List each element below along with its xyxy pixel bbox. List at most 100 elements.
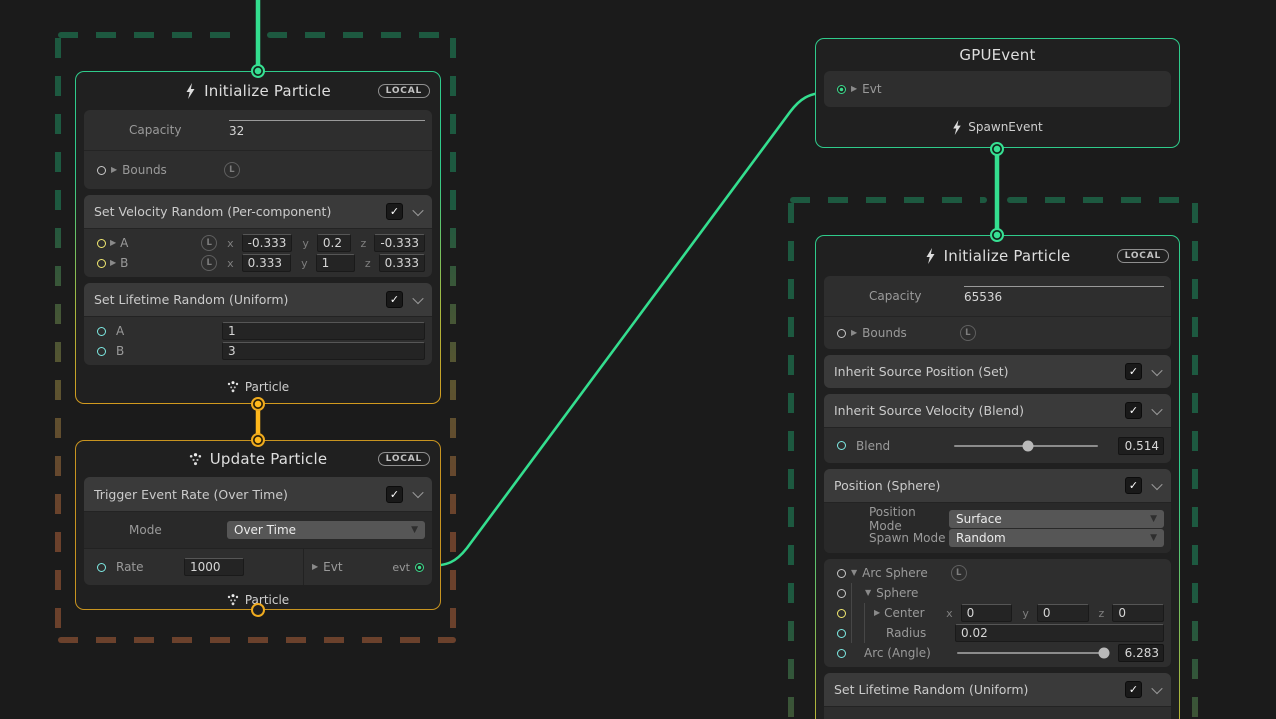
rate-port[interactable]: [97, 563, 106, 572]
lifetime-a-port[interactable]: [97, 327, 106, 336]
dropdown-arrow-icon: [411, 525, 418, 535]
edge-evt-to-gpuevent[interactable]: [426, 92, 832, 566]
position-mode-label: Position Mode: [869, 505, 949, 533]
bounds-port[interactable]: [97, 166, 106, 175]
block-enabled-checkbox[interactable]: [1125, 402, 1142, 419]
sphere-label: Sphere: [876, 586, 918, 600]
center-y-field[interactable]: 0: [1037, 604, 1089, 622]
chevron-down-icon[interactable]: [1151, 364, 1162, 375]
expand-arrow-icon[interactable]: [874, 609, 880, 617]
local-badge: LOCAL: [378, 84, 430, 98]
evt-output-port[interactable]: [415, 563, 424, 572]
node-update-particle[interactable]: Update Particle LOCAL Trigger Event Rate…: [75, 440, 441, 610]
expand-arrow-icon[interactable]: [111, 166, 117, 174]
node-gpu-event[interactable]: GPUEvent Evt SpawnEvent: [815, 38, 1180, 148]
chevron-down-icon[interactable]: [412, 292, 423, 303]
chevron-down-icon[interactable]: [412, 487, 423, 498]
update-input-port[interactable]: [251, 433, 265, 447]
capacity-field[interactable]: 65536: [964, 286, 1164, 306]
block-set-lifetime-random[interactable]: Set Lifetime Random (Uniform) A 1 B 3: [84, 283, 432, 365]
arc-sphere-port[interactable]: [837, 569, 846, 578]
expand-arrow-icon[interactable]: [110, 259, 116, 267]
blend-slider[interactable]: [954, 445, 1098, 447]
chevron-down-icon[interactable]: [1151, 403, 1162, 414]
lifetime-a-field[interactable]: 1: [222, 322, 425, 340]
capacity-field[interactable]: 32: [229, 120, 425, 140]
initialize-right-input-port[interactable]: [990, 228, 1004, 242]
rate-field[interactable]: 1000: [184, 558, 244, 576]
block-enabled-checkbox[interactable]: [386, 291, 403, 308]
block-inherit-source-velocity[interactable]: Inherit Source Velocity (Blend) Blend 0.…: [824, 394, 1171, 463]
block-inherit-source-position[interactable]: Inherit Source Position (Set): [824, 355, 1171, 388]
velocity-a-port[interactable]: [97, 239, 106, 248]
velocity-a-y-field[interactable]: 0.2: [317, 234, 351, 252]
block-enabled-checkbox[interactable]: [1125, 363, 1142, 380]
center-x-field[interactable]: 0: [961, 604, 1013, 622]
blend-label: Blend: [856, 439, 942, 453]
space-local-icon[interactable]: L: [224, 162, 240, 178]
bounds-label: Bounds: [122, 163, 167, 177]
expand-arrow-icon[interactable]: [851, 85, 857, 93]
block-set-velocity-random[interactable]: Set Velocity Random (Per-component) A L …: [84, 195, 432, 277]
block-enabled-checkbox[interactable]: [1125, 681, 1142, 698]
space-local-icon[interactable]: L: [201, 235, 217, 251]
evt-output-label: evt: [392, 561, 410, 574]
node-initialize-particle-left[interactable]: Initialize Particle LOCAL Capacity 32 Bo…: [75, 71, 441, 404]
arc-sphere-label: Arc Sphere: [862, 566, 928, 580]
center-z-field[interactable]: 0: [1112, 604, 1164, 622]
velocity-b-x-field[interactable]: 0.333: [242, 254, 291, 272]
block-trigger-event-rate[interactable]: Trigger Event Rate (Over Time) Mode Over…: [84, 477, 432, 585]
chevron-down-icon[interactable]: [1151, 682, 1162, 693]
expand-arrow-icon[interactable]: [851, 329, 857, 337]
update-output-port[interactable]: [251, 603, 265, 617]
lifetime-b-port[interactable]: [97, 347, 106, 356]
foldout-arrow-icon[interactable]: [865, 589, 871, 597]
blend-value-field[interactable]: 0.514: [1118, 437, 1164, 455]
block-set-lifetime-random[interactable]: Set Lifetime Random (Uniform): [824, 673, 1171, 719]
arc-angle-slider[interactable]: [957, 652, 1104, 654]
node-titlebar[interactable]: GPUEvent: [816, 39, 1179, 71]
radius-field[interactable]: 0.02: [955, 624, 1164, 642]
radius-port[interactable]: [837, 629, 846, 638]
blend-slider-knob[interactable]: [1023, 440, 1034, 451]
block-enabled-checkbox[interactable]: [1125, 477, 1142, 494]
mode-dropdown[interactable]: Over Time: [227, 521, 425, 539]
bounds-port[interactable]: [837, 329, 846, 338]
center-port[interactable]: [837, 609, 846, 618]
velocity-b-y-field[interactable]: 1: [316, 254, 355, 272]
arc-angle-value-field[interactable]: 6.283: [1118, 644, 1164, 662]
node-titlebar[interactable]: Initialize Particle LOCAL: [816, 236, 1179, 276]
expand-arrow-icon[interactable]: [110, 239, 116, 247]
space-local-icon[interactable]: L: [201, 255, 217, 271]
context-settings-block: Capacity 32 Bounds L: [84, 110, 432, 189]
velocity-b-z-field[interactable]: 0.333: [379, 254, 425, 272]
block-enabled-checkbox[interactable]: [386, 203, 403, 220]
vfx-graph-canvas[interactable]: Initialize Particle LOCAL Capacity 32 Bo…: [0, 0, 1276, 719]
node-title: GPUEvent: [959, 46, 1035, 64]
dropdown-arrow-icon: [1150, 514, 1157, 524]
capacity-label: Capacity: [869, 289, 964, 303]
foldout-arrow-icon[interactable]: [851, 569, 857, 577]
initialize-left-output-port[interactable]: [251, 397, 265, 411]
sphere-port[interactable]: [837, 589, 846, 598]
spawn-mode-dropdown[interactable]: Random: [949, 529, 1164, 547]
initialize-left-input-port[interactable]: [251, 64, 265, 78]
velocity-b-port[interactable]: [97, 259, 106, 268]
expand-arrow-icon[interactable]: [312, 563, 318, 571]
arc-angle-slider-knob[interactable]: [1099, 648, 1110, 659]
blend-port[interactable]: [837, 441, 846, 450]
block-position-sphere[interactable]: Position (Sphere) Position Mode Surface …: [824, 469, 1171, 553]
velocity-a-z-field[interactable]: -0.333: [374, 234, 425, 252]
chevron-down-icon[interactable]: [412, 204, 423, 215]
block-enabled-checkbox[interactable]: [386, 486, 403, 503]
arc-angle-port[interactable]: [837, 649, 846, 658]
gpuevent-output-port[interactable]: [990, 142, 1004, 156]
gpu-evt-input-port[interactable]: [837, 85, 846, 94]
position-mode-dropdown[interactable]: Surface: [949, 510, 1164, 528]
space-local-icon[interactable]: L: [960, 325, 976, 341]
chevron-down-icon[interactable]: [1151, 478, 1162, 489]
space-local-icon[interactable]: L: [951, 565, 967, 581]
node-initialize-particle-right[interactable]: Initialize Particle LOCAL Capacity 65536…: [815, 235, 1180, 719]
lifetime-b-field[interactable]: 3: [222, 342, 425, 360]
velocity-a-x-field[interactable]: -0.333: [242, 234, 293, 252]
